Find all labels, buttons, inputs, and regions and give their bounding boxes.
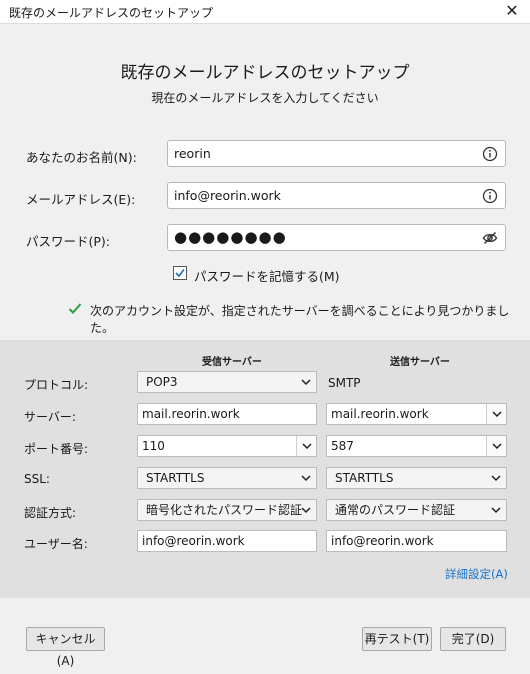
name-label: あなたのお名前(N): (26, 150, 137, 165)
username-label: ユーザー名: (24, 537, 88, 551)
success-check-icon (68, 303, 82, 314)
chevron-down-icon (302, 443, 312, 450)
outgoing-server-value: mail.reorin.work (331, 407, 429, 421)
info-icon[interactable] (482, 146, 498, 162)
incoming-ssl-select[interactable]: STARTTLS (137, 467, 317, 489)
close-icon[interactable]: ✕ (498, 0, 526, 24)
outgoing-server-combo[interactable]: mail.reorin.work (326, 403, 507, 425)
remember-password-checkbox[interactable] (173, 266, 187, 280)
page-subtitle: 現在のメールアドレスを入力してください (151, 91, 379, 105)
incoming-port-combo[interactable]: 110 (137, 435, 317, 457)
done-button[interactable]: 完了(D) (440, 627, 506, 651)
email-value: info@reorin.work (174, 188, 281, 203)
outgoing-protocol-value: SMTP (328, 376, 361, 390)
server-label: サーバー: (24, 410, 76, 424)
email-label: メールアドレス(E): (26, 192, 136, 207)
outgoing-port-combo[interactable]: 587 (326, 435, 507, 457)
outgoing-auth-select[interactable]: 通常のパスワード認証 (326, 499, 507, 521)
name-value: reorin (174, 146, 211, 161)
incoming-protocol-select[interactable]: POP3 (137, 371, 317, 393)
incoming-auth-select[interactable]: 暗号化されたパスワード認証 (137, 499, 317, 521)
cancel-button[interactable]: キャンセル(A) (26, 627, 105, 668)
outgoing-server-header: 送信サーバー (390, 357, 450, 368)
chevron-down-icon (492, 443, 502, 450)
chevron-down-icon (301, 379, 311, 386)
auth-method-label: 認証方式: (24, 506, 77, 520)
title-bar: 既存のメールアドレスのセットアップ ✕ (0, 0, 530, 24)
incoming-server-header: 受信サーバー (202, 357, 262, 368)
checkmark-icon (175, 269, 185, 278)
incoming-ssl-value: STARTTLS (146, 471, 205, 485)
status-message: 次のアカウント設定が、指定されたサーバーを調べることにより見つかりました。 (90, 304, 510, 335)
protocol-label: プロトコル: (24, 378, 89, 392)
port-label: ポート番号: (24, 442, 89, 456)
password-field[interactable]: ●●●●●●●● (167, 224, 506, 251)
incoming-port-value: 110 (142, 439, 165, 453)
password-label: パスワード(P): (26, 234, 111, 249)
incoming-port-dropdown-button[interactable] (296, 436, 316, 456)
chevron-down-icon (491, 475, 501, 482)
incoming-server-value: mail.reorin.work (142, 407, 240, 421)
incoming-username-value: info@reorin.work (142, 534, 245, 548)
outgoing-username-input[interactable]: info@reorin.work (326, 530, 507, 552)
name-field[interactable]: reorin (167, 140, 506, 167)
page-title: 既存のメールアドレスのセットアップ (120, 63, 410, 83)
outgoing-username-value: info@reorin.work (331, 534, 434, 548)
email-field[interactable]: info@reorin.work (167, 182, 506, 209)
outgoing-auth-value: 通常のパスワード認証 (335, 503, 456, 517)
outgoing-ssl-select[interactable]: STARTTLS (326, 467, 507, 489)
outgoing-server-dropdown-button[interactable] (486, 404, 506, 424)
password-value: ●●●●●●●● (174, 228, 287, 246)
info-icon[interactable] (482, 188, 498, 204)
incoming-protocol-value: POP3 (146, 375, 178, 389)
chevron-down-icon (301, 507, 311, 514)
chevron-down-icon (301, 475, 311, 482)
incoming-server-input[interactable]: mail.reorin.work (137, 403, 317, 425)
ssl-label: SSL: (24, 472, 50, 486)
incoming-username-input[interactable]: info@reorin.work (137, 530, 317, 552)
chevron-down-icon (492, 411, 502, 418)
eye-slash-icon[interactable] (482, 230, 498, 246)
outgoing-port-dropdown-button[interactable] (486, 436, 506, 456)
retest-button[interactable]: 再テスト(T) (362, 627, 432, 651)
advanced-settings-link[interactable]: 詳細設定(A) (445, 566, 508, 582)
outgoing-ssl-value: STARTTLS (335, 471, 394, 485)
outgoing-port-value: 587 (331, 439, 354, 453)
window-title: 既存のメールアドレスのセットアップ (9, 6, 214, 20)
incoming-auth-value: 暗号化されたパスワード認証 (146, 503, 303, 517)
remember-password-label[interactable]: パスワードを記憶する(M) (194, 266, 340, 285)
chevron-down-icon (491, 507, 501, 514)
